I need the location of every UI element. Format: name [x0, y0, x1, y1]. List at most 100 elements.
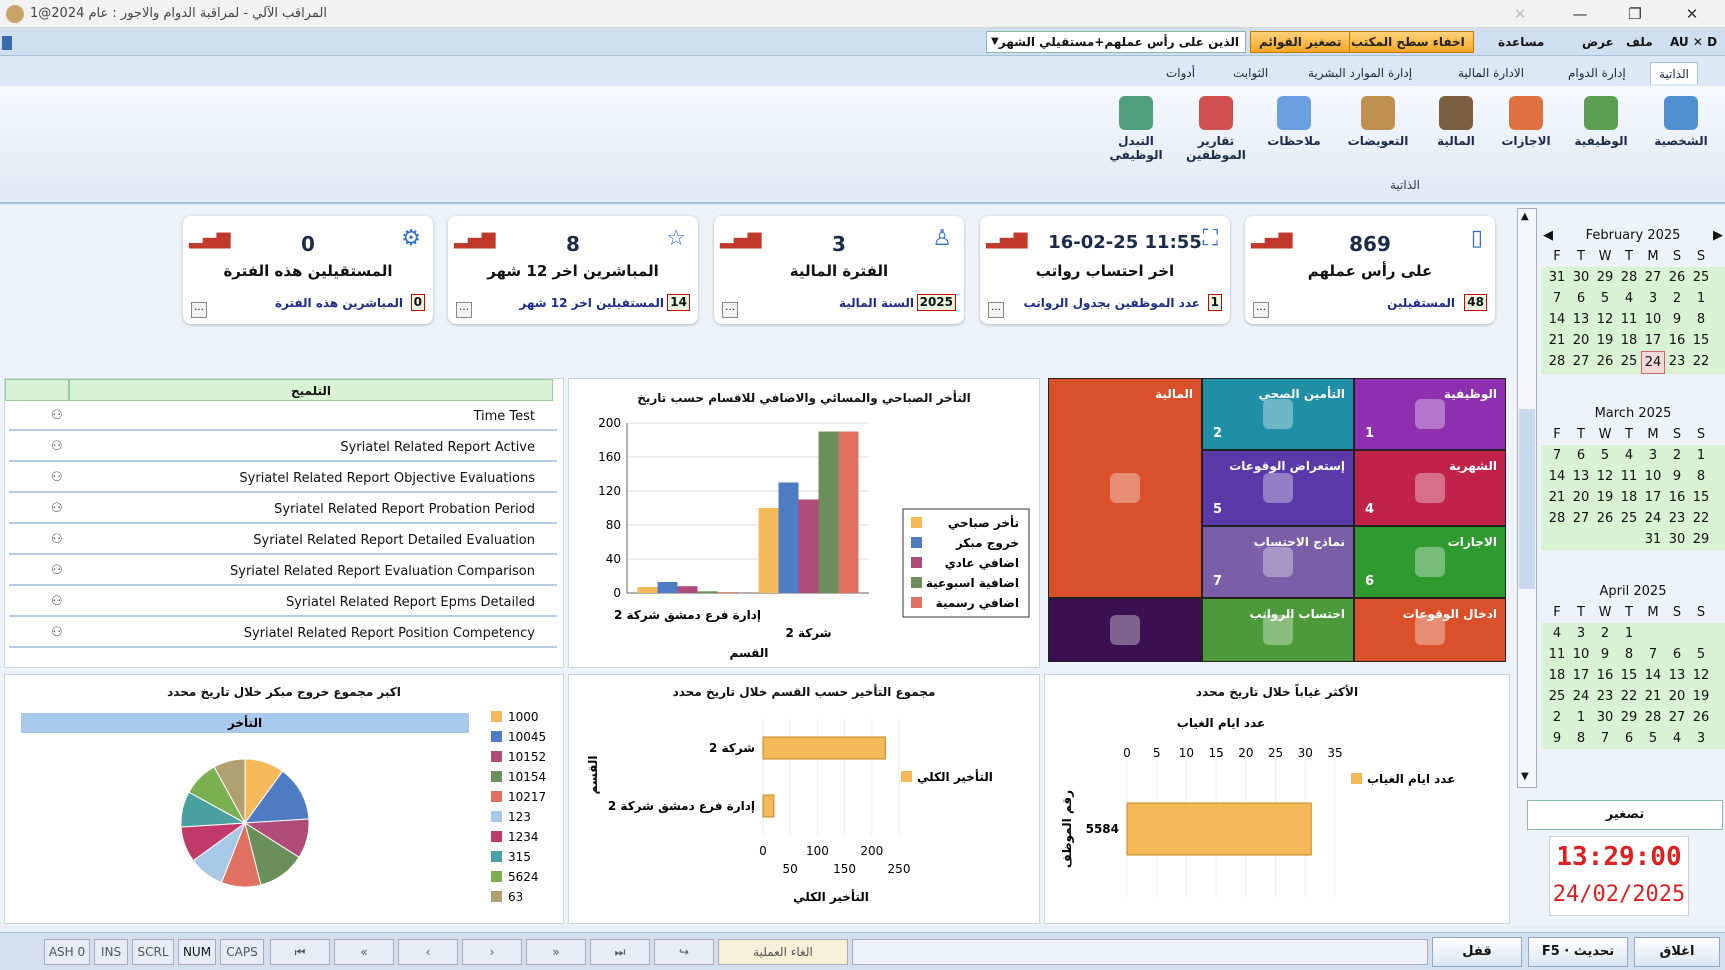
calendar-day[interactable]: 26 — [1689, 707, 1713, 728]
cancel-operation-button[interactable]: الغاء العملية — [718, 939, 848, 965]
calendar-day[interactable]: 5 — [1593, 288, 1617, 309]
calendar-day[interactable]: 5 — [1641, 728, 1665, 749]
calendar-day[interactable]: 21 — [1641, 686, 1665, 707]
quick-access-icon[interactable] — [2, 36, 12, 50]
calendar-day[interactable]: 26 — [1593, 508, 1617, 529]
leaves-button[interactable]: الاجازات — [1490, 96, 1562, 176]
calendar-day[interactable]: 31 — [1545, 267, 1569, 288]
next-record-button[interactable]: › — [462, 939, 522, 965]
more-button[interactable]: … — [722, 302, 738, 318]
calendar-day[interactable]: 6 — [1617, 728, 1641, 749]
calendar-day[interactable]: 10 — [1641, 466, 1665, 487]
calendar-day[interactable]: 9 — [1665, 466, 1689, 487]
inner-close-icon[interactable]: ✕ — [1500, 2, 1540, 26]
next-month-icon[interactable]: ▶ — [1713, 226, 1723, 246]
personal-button[interactable]: الشخصية — [1645, 96, 1717, 176]
calendar-day[interactable]: 13 — [1665, 665, 1689, 686]
more-button[interactable]: … — [988, 302, 1004, 318]
calendar-day[interactable]: 25 — [1617, 508, 1641, 529]
calendar-day[interactable]: 9 — [1593, 644, 1617, 665]
calendar-day[interactable]: 18 — [1617, 487, 1641, 508]
calendar-day[interactable]: 1 — [1689, 445, 1713, 466]
calendar-day[interactable]: 21 — [1545, 487, 1569, 508]
calendar-day[interactable]: 31 — [1641, 529, 1665, 550]
calendar-day[interactable]: 12 — [1593, 466, 1617, 487]
card-last-payroll[interactable]: ▂▄▆ ⛶ 16-02-25 11:55 اخر احتساب رواتب 1 ع… — [980, 216, 1230, 324]
list-item[interactable]: ⚇ Syriatel Related Report Probation Perio… — [9, 496, 557, 524]
shrink-button[interactable]: تصغير — [1527, 800, 1723, 830]
tile-1[interactable]: التأمين الصحي 2 — [1202, 378, 1354, 450]
tile-3[interactable]: إستعراض الوقوعات 5 — [1202, 450, 1354, 526]
calendar-day[interactable]: 25 — [1545, 686, 1569, 707]
calendar-day[interactable]: 12 — [1593, 309, 1617, 330]
menu-file[interactable]: ملف — [1620, 32, 1659, 52]
calendar-day[interactable]: 19 — [1593, 330, 1617, 351]
calendar-day[interactable]: 27 — [1569, 351, 1593, 374]
calendar-day[interactable]: 8 — [1569, 728, 1593, 749]
lang-toggle[interactable]: AU ✕ D — [1664, 32, 1723, 52]
calendar-day[interactable]: 30 — [1569, 267, 1593, 288]
calendar-day[interactable]: 1 — [1689, 288, 1713, 309]
calendar-day[interactable]: 15 — [1617, 665, 1641, 686]
calendar-day[interactable]: 3 — [1689, 728, 1713, 749]
calendar-day[interactable]: 7 — [1545, 288, 1569, 309]
calendar-day[interactable]: 27 — [1665, 707, 1689, 728]
tile-7[interactable]: احتساب الرواتب — [1202, 598, 1354, 662]
calendar-day[interactable]: 20 — [1665, 686, 1689, 707]
calendar-day[interactable]: 24 — [1569, 686, 1593, 707]
calendar-day[interactable]: 15 — [1689, 487, 1713, 508]
calendar-day[interactable]: 16 — [1665, 487, 1689, 508]
calendar-day[interactable]: 22 — [1617, 686, 1641, 707]
calendar-day[interactable]: 2 — [1593, 623, 1617, 644]
calendar-day[interactable]: 14 — [1545, 309, 1569, 330]
card-joined-12-months[interactable]: ▂▄▆ ☆ 8 المباشرين اخر 12 شهر 14 المستقيلي… — [448, 216, 698, 324]
calendar-day[interactable]: 6 — [1569, 288, 1593, 309]
calendar-day[interactable]: 1 — [1617, 623, 1641, 644]
employee-reports-button[interactable]: تقارير الموظفين — [1180, 96, 1252, 176]
tile-0[interactable]: الوظيفية 1 — [1354, 378, 1506, 450]
calendar-day[interactable]: 23 — [1665, 508, 1689, 529]
tile-2[interactable]: الشهرية 4 — [1354, 450, 1506, 526]
calendar-day[interactable]: 21 — [1545, 330, 1569, 351]
shrink-lists-button[interactable]: تصغير القوائم — [1250, 31, 1351, 53]
calendar-day[interactable]: 27 — [1569, 508, 1593, 529]
calendar-day[interactable]: 3 — [1569, 623, 1593, 644]
calendar-day[interactable]: 25 — [1617, 351, 1641, 374]
calendar-day[interactable]: 11 — [1617, 466, 1641, 487]
tile-9[interactable] — [1048, 598, 1202, 662]
minimize-button[interactable]: — — [1560, 2, 1600, 26]
calendar-day[interactable]: 2 — [1665, 445, 1689, 466]
calendar-day[interactable] — [1689, 623, 1713, 644]
card-fiscal-period[interactable]: ▂▄▆ ♙ 3 الفترة المالية 2025 السنة المالية… — [714, 216, 964, 324]
more-button[interactable]: … — [456, 302, 472, 318]
calendar-day[interactable]: 20 — [1569, 487, 1593, 508]
calendar-day[interactable] — [1545, 529, 1569, 550]
calendar-day[interactable]: 9 — [1665, 309, 1689, 330]
list-item[interactable]: ⚇ Syriatel Related Report Evaluation Comp… — [9, 558, 557, 586]
calendar-day[interactable]: 27 — [1641, 267, 1665, 288]
calendar-day[interactable]: 5 — [1689, 644, 1713, 665]
menu-view[interactable]: عرض — [1576, 32, 1620, 52]
calendar-day[interactable]: 20 — [1569, 330, 1593, 351]
calendar-day[interactable]: 7 — [1545, 445, 1569, 466]
calendar-day[interactable] — [1641, 623, 1665, 644]
calendar-day[interactable]: 28 — [1617, 267, 1641, 288]
calendar-day[interactable]: 16 — [1593, 665, 1617, 686]
scroll-down-icon[interactable]: ▼ — [1521, 771, 1529, 782]
calendar-day[interactable]: 22 — [1689, 351, 1713, 374]
more-button[interactable]: … — [191, 302, 207, 318]
hide-desktop-button[interactable]: اخفاء سطح المكتب — [1342, 31, 1474, 53]
filter-select[interactable]: الذين على رأس عملهم+مستقيلي الشهر ▼ — [986, 31, 1246, 53]
calendar-day[interactable]: 17 — [1641, 487, 1665, 508]
calendar-day[interactable]: 3 — [1641, 288, 1665, 309]
calendar-day[interactable]: 4 — [1545, 623, 1569, 644]
calendar-day[interactable]: 30 — [1665, 529, 1689, 550]
calendar-day[interactable]: 4 — [1617, 445, 1641, 466]
calendar-day[interactable]: 7 — [1593, 728, 1617, 749]
calendar-day[interactable]: 2 — [1545, 707, 1569, 728]
calendar-day[interactable] — [1665, 623, 1689, 644]
last-record-button[interactable]: ⏭ — [590, 939, 650, 965]
calendar-day[interactable]: 30 — [1593, 707, 1617, 728]
prev-month-icon[interactable]: ◀ — [1543, 226, 1553, 246]
calendar-day[interactable] — [1617, 529, 1641, 550]
